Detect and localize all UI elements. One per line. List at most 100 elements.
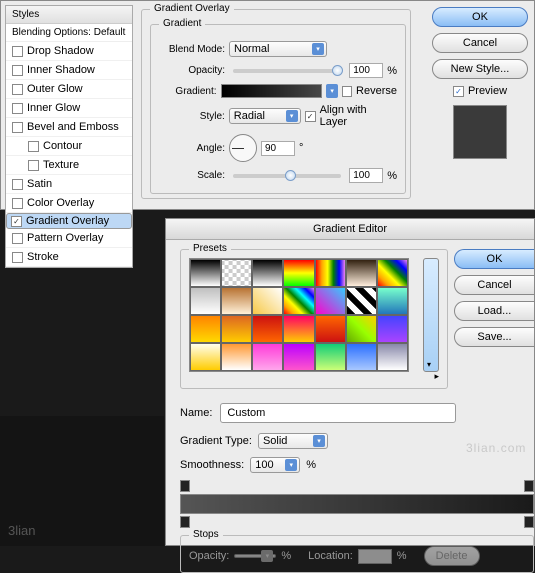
style-item-texture[interactable]: Texture [6,156,132,175]
editor-title: Gradient Editor [166,219,534,240]
preset-swatch[interactable] [346,287,377,315]
reverse-checkbox[interactable] [342,86,352,97]
group-title: Gradient Overlay [150,3,234,14]
style-item-pattern-overlay[interactable]: Pattern Overlay [6,229,132,248]
name-label: Name: [180,407,212,419]
layer-style-dialog: Styles Blending Options: Default Drop Sh… [0,0,535,210]
blending-options-row[interactable]: Blending Options: Default [6,24,132,42]
preset-swatch[interactable] [252,287,283,315]
preset-swatch[interactable] [252,315,283,343]
preview-swatch [453,105,507,159]
preset-swatch[interactable] [283,343,314,371]
preset-swatch[interactable] [190,287,221,315]
checkbox-icon[interactable] [12,46,23,57]
opacity-stop-left[interactable] [180,480,190,492]
reverse-label: Reverse [356,85,397,97]
preset-swatch[interactable] [221,315,252,343]
preview-checkbox[interactable]: ✓ [453,86,464,97]
angle-dial[interactable] [229,134,257,162]
opacity-stop-right[interactable] [524,480,534,492]
preset-swatch[interactable] [377,343,408,371]
checkbox-icon[interactable] [12,65,23,76]
angle-input[interactable] [261,141,295,156]
checkbox-icon[interactable] [12,233,23,244]
new-style-button[interactable]: New Style... [432,59,528,79]
checkbox-icon[interactable] [28,141,39,152]
preset-swatch[interactable] [190,315,221,343]
checkbox-icon[interactable] [12,103,23,114]
style-item-contour[interactable]: Contour [6,137,132,156]
checkbox-icon[interactable] [12,84,23,95]
name-input[interactable] [220,403,456,423]
opacity-input[interactable] [349,63,383,78]
preset-swatch[interactable] [252,343,283,371]
preset-swatch[interactable] [283,287,314,315]
preset-swatch[interactable] [315,287,346,315]
checkbox-icon[interactable] [12,179,23,190]
preset-scrollbar[interactable]: ▾ [423,258,439,372]
style-item-bevel-and-emboss[interactable]: Bevel and Emboss [6,118,132,137]
align-checkbox[interactable]: ✓ [305,111,316,122]
gradient-type-select[interactable]: Solid▾ [258,433,328,449]
preset-swatch[interactable] [377,287,408,315]
load-button[interactable]: Load... [454,301,534,321]
scale-slider[interactable] [233,174,341,178]
preset-swatch[interactable] [346,343,377,371]
preset-swatch[interactable] [221,259,252,287]
style-item-inner-shadow[interactable]: Inner Shadow [6,61,132,80]
style-item-inner-glow[interactable]: Inner Glow [6,99,132,118]
checkbox-icon[interactable] [28,160,39,171]
cancel-button[interactable]: Cancel [454,275,534,295]
color-stop-left[interactable] [180,516,190,528]
style-item-label: Texture [43,159,79,171]
styles-panel: Styles Blending Options: Default Drop Sh… [5,5,133,268]
color-stop-right[interactable] [524,516,534,528]
style-item-satin[interactable]: Satin [6,175,132,194]
preset-swatch[interactable] [252,259,283,287]
checkbox-icon[interactable]: ✓ [11,216,22,227]
preset-swatch[interactable] [315,315,346,343]
style-item-stroke[interactable]: Stroke [6,248,132,267]
checkbox-icon[interactable] [12,252,23,263]
gradient-bar[interactable] [180,494,534,514]
preset-swatch[interactable] [190,259,221,287]
preset-swatch[interactable] [283,315,314,343]
presets-group: Presets ▾ ▸ [180,249,448,389]
preset-swatch[interactable] [377,315,408,343]
style-select[interactable]: Radial▾ [229,108,301,124]
blend-mode-select[interactable]: Normal▾ [229,41,327,57]
style-item-label: Satin [27,178,52,190]
stop-location-label: Location: [308,550,353,562]
opacity-slider[interactable] [233,69,341,73]
preset-swatch[interactable] [221,287,252,315]
style-item-gradient-overlay[interactable]: ✓Gradient Overlay [6,213,132,229]
ok-button[interactable]: OK [432,7,528,27]
preset-swatch[interactable] [346,315,377,343]
gradient-dropdown-icon[interactable]: ▾ [326,84,338,98]
preset-grid [189,258,409,372]
style-item-drop-shadow[interactable]: Drop Shadow [6,42,132,61]
chevron-down-icon: ▾ [285,459,297,471]
gradient-swatch[interactable] [221,84,322,98]
preset-swatch[interactable] [221,343,252,371]
preset-swatch[interactable] [346,259,377,287]
scale-input[interactable] [349,168,383,183]
scale-label: Scale: [159,170,225,181]
preset-swatch[interactable] [315,343,346,371]
checkbox-icon[interactable] [12,122,23,133]
style-item-label: Color Overlay [27,197,94,209]
preset-swatch[interactable] [315,259,346,287]
smoothness-input[interactable]: 100▾ [250,457,300,473]
style-item-color-overlay[interactable]: Color Overlay [6,194,132,213]
gradient-subgroup: Gradient Blend Mode: Normal▾ Opacity: % … [150,24,406,194]
preset-menu-icon[interactable]: ▸ [434,371,439,382]
cancel-button[interactable]: Cancel [432,33,528,53]
checkbox-icon[interactable] [12,198,23,209]
preset-swatch[interactable] [190,343,221,371]
ok-button[interactable]: OK [454,249,534,269]
preset-swatch[interactable] [377,259,408,287]
style-item-outer-glow[interactable]: Outer Glow [6,80,132,99]
stop-opacity-label: Opacity: [189,550,229,562]
save-button[interactable]: Save... [454,327,534,347]
preset-swatch[interactable] [283,259,314,287]
